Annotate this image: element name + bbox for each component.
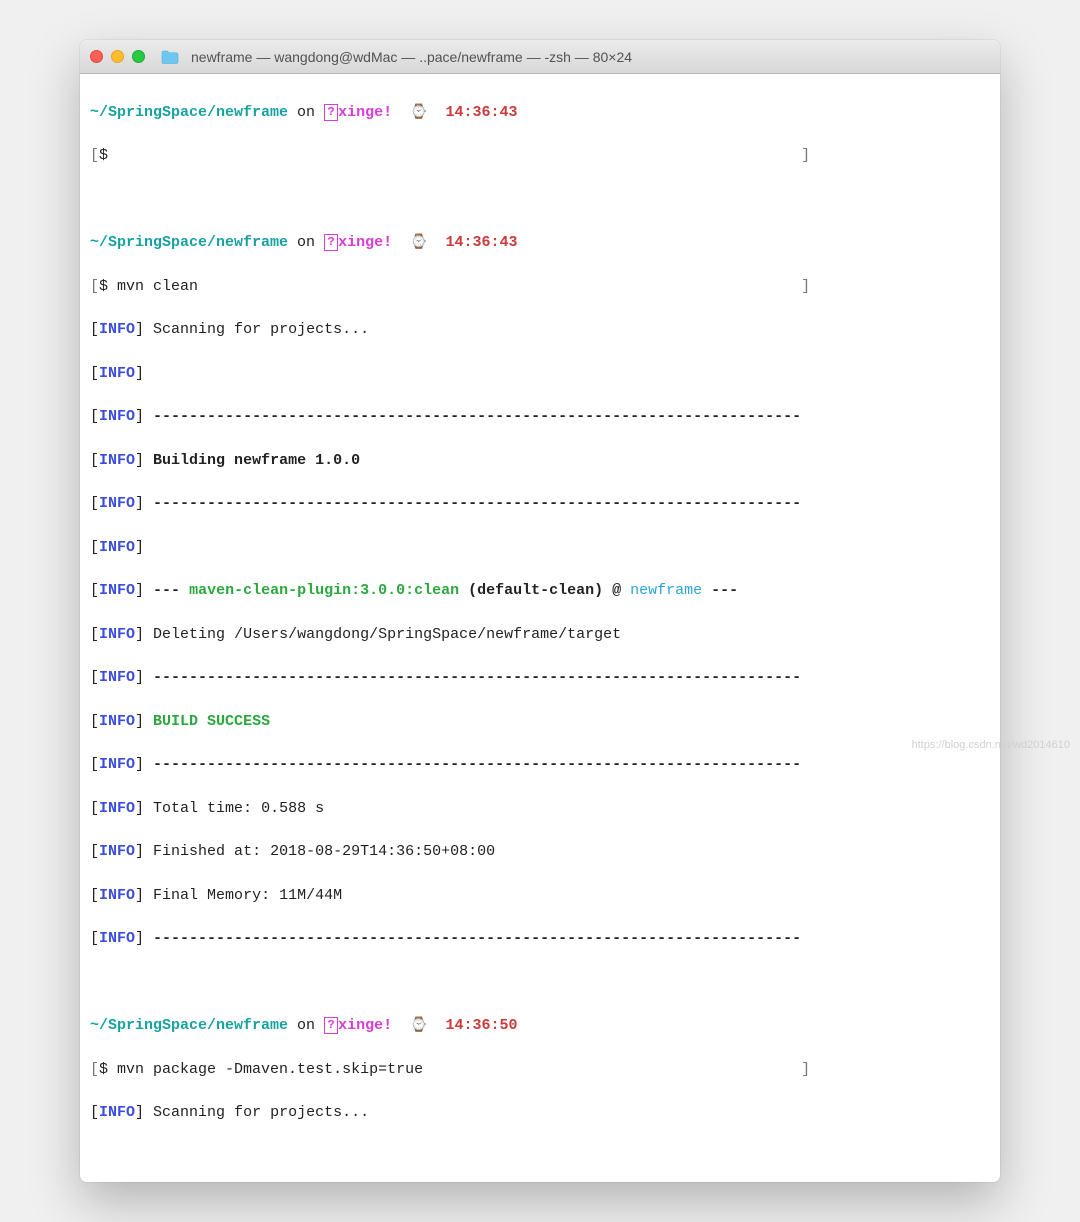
log-line: [INFO] Total time: 0.588 s: [90, 798, 990, 820]
minimize-icon[interactable]: [111, 50, 124, 63]
command-line: [$ ]: [90, 145, 990, 167]
titlebar[interactable]: newframe — wangdong@wdMac — ..pace/newfr…: [80, 40, 1000, 74]
prompt-line: ~/SpringSpace/newframe on ?xinge! ⌚️ 14:…: [90, 1015, 990, 1037]
log-line: [INFO] ---------------------------------…: [90, 406, 990, 428]
maximize-icon[interactable]: [132, 50, 145, 63]
terminal-window: newframe — wangdong@wdMac — ..pace/newfr…: [80, 40, 1000, 1182]
log-line: [INFO] Deleting /Users/wangdong/SpringSp…: [90, 624, 990, 646]
log-line: [INFO] Scanning for projects...: [90, 1102, 990, 1124]
log-line: [INFO] --- maven-clean-plugin:3.0.0:clea…: [90, 580, 990, 602]
log-line: [INFO]: [90, 537, 990, 559]
log-line: [INFO] Building newframe 1.0.0: [90, 450, 990, 472]
watermark: https://blog.csdn.net/wd2014610: [912, 739, 1070, 751]
log-line: [INFO] Finished at: 2018-08-29T14:36:50+…: [90, 841, 990, 863]
terminal-body[interactable]: ~/SpringSpace/newframe on ?xinge! ⌚️ 14:…: [80, 74, 1000, 1182]
log-line: [INFO] BUILD SUCCESS: [90, 711, 990, 733]
log-line: [INFO] Final Memory: 11M/44M: [90, 885, 990, 907]
log-line: [INFO]: [90, 363, 990, 385]
log-line: [INFO] ---------------------------------…: [90, 493, 990, 515]
close-icon[interactable]: [90, 50, 103, 63]
command-line: [$ mvn package -Dmaven.test.skip=true ]: [90, 1059, 990, 1081]
prompt-line: ~/SpringSpace/newframe on ?xinge! ⌚️ 14:…: [90, 232, 990, 254]
window-title: newframe — wangdong@wdMac — ..pace/newfr…: [191, 49, 632, 65]
prompt-line: ~/SpringSpace/newframe on ?xinge! ⌚️ 14:…: [90, 102, 990, 124]
log-line: [INFO] ---------------------------------…: [90, 754, 990, 776]
command-line: [$ mvn clean ]: [90, 276, 990, 298]
log-line: [INFO] ---------------------------------…: [90, 928, 990, 950]
folder-icon: [161, 50, 179, 64]
log-line: [INFO] Scanning for projects...: [90, 319, 990, 341]
log-line: [INFO] ---------------------------------…: [90, 667, 990, 689]
